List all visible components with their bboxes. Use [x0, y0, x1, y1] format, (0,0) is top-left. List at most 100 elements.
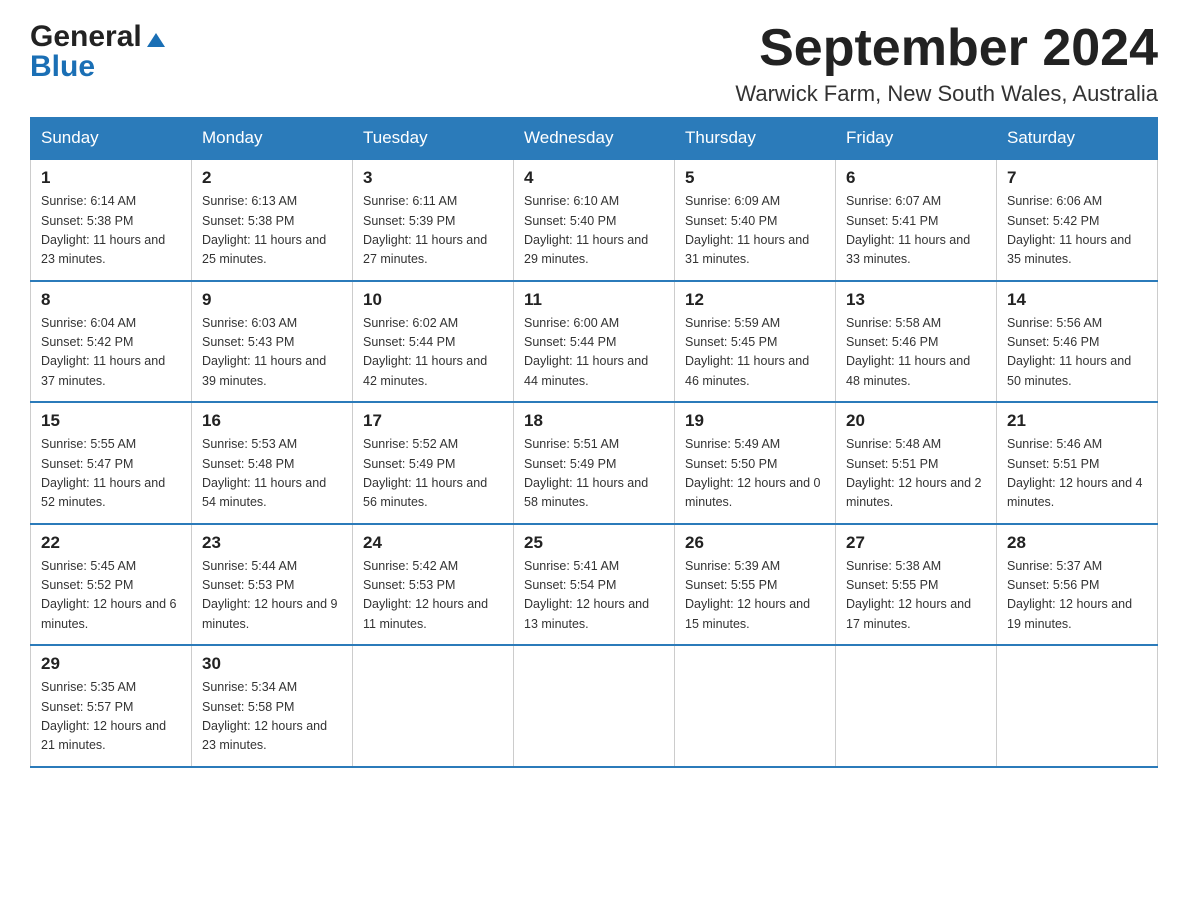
day-info: Sunrise: 5:44 AMSunset: 5:53 PMDaylight:… [202, 559, 338, 631]
day-info: Sunrise: 5:49 AMSunset: 5:50 PMDaylight:… [685, 437, 821, 509]
calendar-cell: 10Sunrise: 6:02 AMSunset: 5:44 PMDayligh… [353, 281, 514, 403]
calendar-cell: 9 Sunrise: 6:03 AMSunset: 5:43 PMDaylight… [192, 281, 353, 403]
day-info: Sunrise: 5:38 AMSunset: 5:55 PMDaylight:… [846, 559, 971, 631]
calendar-cell: 23 Sunrise: 5:44 AMSunset: 5:53 PMDayligh… [192, 524, 353, 646]
day-info: Sunrise: 6:11 AMSunset: 5:39 PMDaylight:… [363, 194, 487, 266]
day-info: Sunrise: 5:53 AMSunset: 5:48 PMDaylight:… [202, 437, 326, 509]
day-number: 5 [685, 168, 825, 188]
calendar-cell [675, 645, 836, 767]
day-number: 8 [41, 290, 181, 310]
calendar-cell: 24 Sunrise: 5:42 AMSunset: 5:53 PMDayligh… [353, 524, 514, 646]
calendar-cell [836, 645, 997, 767]
calendar-cell: 12 Sunrise: 5:59 AMSunset: 5:45 PMDayligh… [675, 281, 836, 403]
calendar-cell: 8 Sunrise: 6:04 AMSunset: 5:42 PMDaylight… [31, 281, 192, 403]
day-info: Sunrise: 6:00 AMSunset: 5:44 PMDaylight:… [524, 316, 648, 388]
day-info: Sunrise: 5:34 AMSunset: 5:58 PMDaylight:… [202, 680, 327, 752]
day-number: 16 [202, 411, 342, 431]
title-area: September 2024 Warwick Farm, New South W… [735, 20, 1158, 107]
day-info: Sunrise: 5:46 AMSunset: 5:51 PMDaylight:… [1007, 437, 1143, 509]
day-info: Sunrise: 5:59 AMSunset: 5:45 PMDaylight:… [685, 316, 809, 388]
day-info: Sunrise: 6:04 AMSunset: 5:42 PMDaylight:… [41, 316, 165, 388]
calendar-cell: 21 Sunrise: 5:46 AMSunset: 5:51 PMDayligh… [997, 402, 1158, 524]
calendar-cell: 5Sunrise: 6:09 AMSunset: 5:40 PMDaylight… [675, 159, 836, 281]
day-info: Sunrise: 6:03 AMSunset: 5:43 PMDaylight:… [202, 316, 326, 388]
day-info: Sunrise: 5:56 AMSunset: 5:46 PMDaylight:… [1007, 316, 1131, 388]
calendar-cell [514, 645, 675, 767]
day-number: 25 [524, 533, 664, 553]
day-number: 17 [363, 411, 503, 431]
calendar-week-row: 1 Sunrise: 6:14 AMSunset: 5:38 PMDaylight… [31, 159, 1158, 281]
calendar-cell [353, 645, 514, 767]
day-number: 30 [202, 654, 342, 674]
day-info: Sunrise: 6:02 AMSunset: 5:44 PMDaylight:… [363, 316, 487, 388]
day-number: 14 [1007, 290, 1147, 310]
day-info: Sunrise: 6:13 AMSunset: 5:38 PMDaylight:… [202, 194, 326, 266]
day-number: 23 [202, 533, 342, 553]
calendar-cell: 14 Sunrise: 5:56 AMSunset: 5:46 PMDayligh… [997, 281, 1158, 403]
day-number: 24 [363, 533, 503, 553]
weekday-header-sunday: Sunday [31, 118, 192, 160]
day-info: Sunrise: 5:39 AMSunset: 5:55 PMDaylight:… [685, 559, 810, 631]
day-info: Sunrise: 5:35 AMSunset: 5:57 PMDaylight:… [41, 680, 166, 752]
day-info: Sunrise: 6:14 AMSunset: 5:38 PMDaylight:… [41, 194, 165, 266]
calendar-cell: 22 Sunrise: 5:45 AMSunset: 5:52 PMDayligh… [31, 524, 192, 646]
logo-blue: Blue [30, 50, 95, 83]
day-info: Sunrise: 5:51 AMSunset: 5:49 PMDaylight:… [524, 437, 648, 509]
calendar-cell [997, 645, 1158, 767]
calendar-cell: 29 Sunrise: 5:35 AMSunset: 5:57 PMDayligh… [31, 645, 192, 767]
calendar-week-row: 15Sunrise: 5:55 AMSunset: 5:47 PMDayligh… [31, 402, 1158, 524]
day-number: 15 [41, 411, 181, 431]
weekday-header-friday: Friday [836, 118, 997, 160]
calendar-cell: 11 Sunrise: 6:00 AMSunset: 5:44 PMDayligh… [514, 281, 675, 403]
calendar-cell: 19Sunrise: 5:49 AMSunset: 5:50 PMDayligh… [675, 402, 836, 524]
day-number: 29 [41, 654, 181, 674]
day-number: 22 [41, 533, 181, 553]
day-info: Sunrise: 6:07 AMSunset: 5:41 PMDaylight:… [846, 194, 970, 266]
calendar-week-row: 8 Sunrise: 6:04 AMSunset: 5:42 PMDaylight… [31, 281, 1158, 403]
day-number: 11 [524, 290, 664, 310]
day-number: 28 [1007, 533, 1147, 553]
weekday-header-thursday: Thursday [675, 118, 836, 160]
day-info: Sunrise: 5:42 AMSunset: 5:53 PMDaylight:… [363, 559, 488, 631]
month-title: September 2024 [735, 20, 1158, 77]
calendar-cell: 6 Sunrise: 6:07 AMSunset: 5:41 PMDaylight… [836, 159, 997, 281]
day-number: 12 [685, 290, 825, 310]
day-number: 27 [846, 533, 986, 553]
location-title: Warwick Farm, New South Wales, Australia [735, 81, 1158, 107]
day-info: Sunrise: 5:52 AMSunset: 5:49 PMDaylight:… [363, 437, 487, 509]
calendar-cell: 28 Sunrise: 5:37 AMSunset: 5:56 PMDayligh… [997, 524, 1158, 646]
calendar-cell: 3 Sunrise: 6:11 AMSunset: 5:39 PMDaylight… [353, 159, 514, 281]
weekday-header-wednesday: Wednesday [514, 118, 675, 160]
weekday-header-monday: Monday [192, 118, 353, 160]
calendar-week-row: 29 Sunrise: 5:35 AMSunset: 5:57 PMDayligh… [31, 645, 1158, 767]
day-number: 21 [1007, 411, 1147, 431]
calendar-cell: 13Sunrise: 5:58 AMSunset: 5:46 PMDayligh… [836, 281, 997, 403]
calendar-cell: 4Sunrise: 6:10 AMSunset: 5:40 PMDaylight… [514, 159, 675, 281]
day-number: 3 [363, 168, 503, 188]
day-number: 26 [685, 533, 825, 553]
calendar-cell: 15Sunrise: 5:55 AMSunset: 5:47 PMDayligh… [31, 402, 192, 524]
calendar-cell: 26 Sunrise: 5:39 AMSunset: 5:55 PMDayligh… [675, 524, 836, 646]
calendar-cell: 2Sunrise: 6:13 AMSunset: 5:38 PMDaylight… [192, 159, 353, 281]
weekday-header-saturday: Saturday [997, 118, 1158, 160]
day-info: Sunrise: 5:37 AMSunset: 5:56 PMDaylight:… [1007, 559, 1132, 631]
calendar-cell: 7Sunrise: 6:06 AMSunset: 5:42 PMDaylight… [997, 159, 1158, 281]
day-number: 1 [41, 168, 181, 188]
calendar-cell: 1 Sunrise: 6:14 AMSunset: 5:38 PMDaylight… [31, 159, 192, 281]
day-number: 13 [846, 290, 986, 310]
day-info: Sunrise: 5:45 AMSunset: 5:52 PMDaylight:… [41, 559, 177, 631]
day-number: 4 [524, 168, 664, 188]
day-number: 9 [202, 290, 342, 310]
calendar-cell: 17 Sunrise: 5:52 AMSunset: 5:49 PMDayligh… [353, 402, 514, 524]
day-info: Sunrise: 5:48 AMSunset: 5:51 PMDaylight:… [846, 437, 982, 509]
day-number: 6 [846, 168, 986, 188]
weekday-header-row: SundayMondayTuesdayWednesdayThursdayFrid… [31, 118, 1158, 160]
logo: General Blue [30, 20, 167, 84]
calendar-cell: 27 Sunrise: 5:38 AMSunset: 5:55 PMDayligh… [836, 524, 997, 646]
calendar-week-row: 22 Sunrise: 5:45 AMSunset: 5:52 PMDayligh… [31, 524, 1158, 646]
calendar-cell: 30 Sunrise: 5:34 AMSunset: 5:58 PMDayligh… [192, 645, 353, 767]
day-number: 20 [846, 411, 986, 431]
calendar-cell: 16 Sunrise: 5:53 AMSunset: 5:48 PMDayligh… [192, 402, 353, 524]
calendar-table: SundayMondayTuesdayWednesdayThursdayFrid… [30, 117, 1158, 768]
day-number: 7 [1007, 168, 1147, 188]
